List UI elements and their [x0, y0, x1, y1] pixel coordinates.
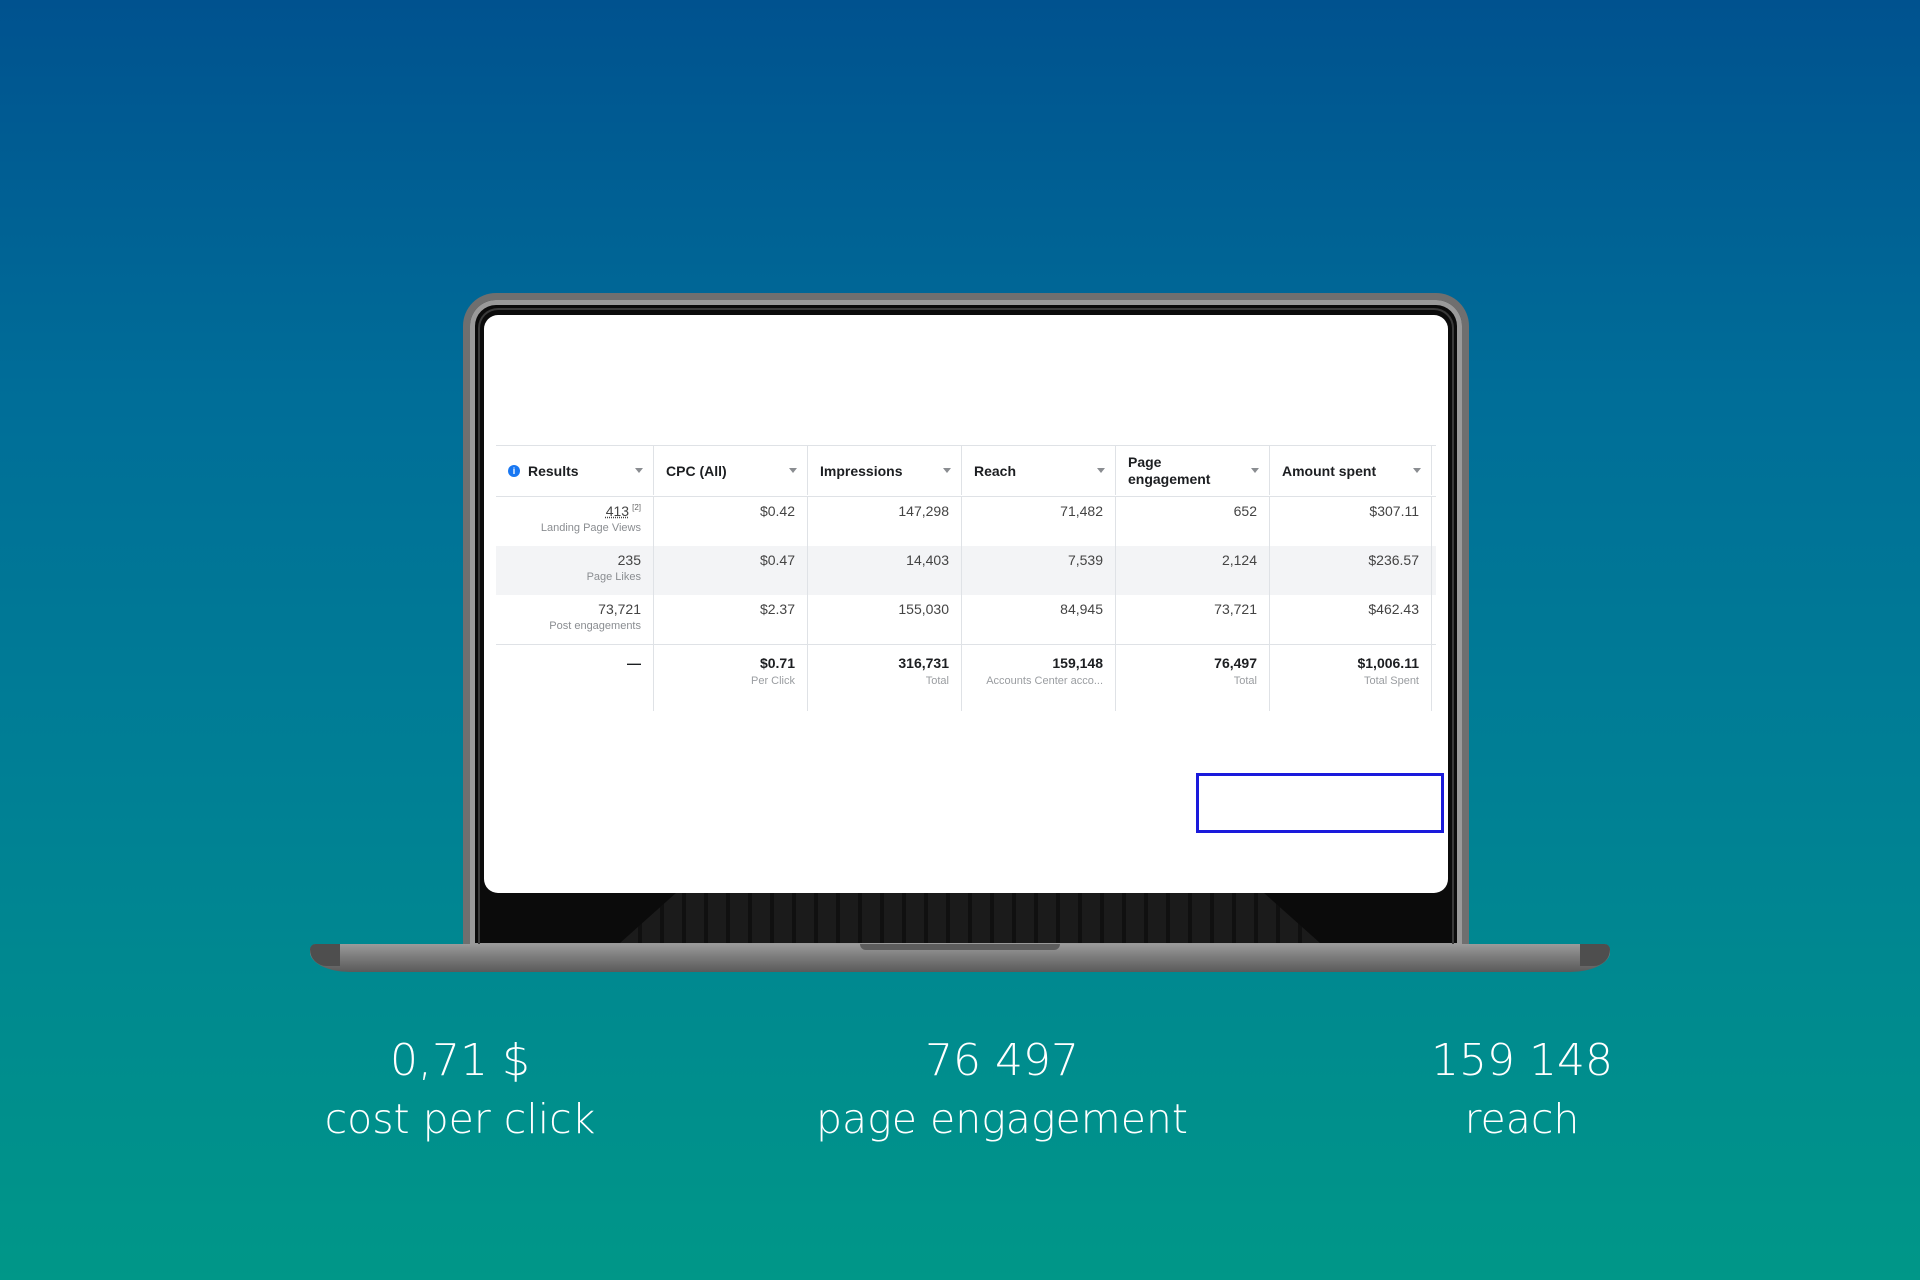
cpc-total-label: Per Click	[750, 675, 795, 687]
info-icon[interactable]: i	[508, 464, 520, 477]
sort-caret-icon[interactable]	[1413, 468, 1421, 473]
column-header-label: Amount spent	[1282, 462, 1377, 479]
stat-value: 76 497	[925, 1035, 1079, 1086]
column-header-label: Reach	[974, 462, 1017, 479]
results-cell: 413 [2] Landing Page Views	[496, 497, 654, 546]
column-header-label: Page engagement	[1128, 453, 1211, 487]
results-type: Landing Page Views	[540, 522, 641, 534]
reach-cell: 84,945	[962, 595, 1116, 644]
stat-value: 0,71 $	[390, 1035, 530, 1086]
table-row[interactable]: 235 Page Likes $0.47 14,403 7,539 2,124 …	[496, 546, 1436, 595]
column-header-label: Results	[528, 462, 579, 479]
spent-total: $1,006.11	[1357, 655, 1419, 671]
sort-caret-icon[interactable]	[1251, 468, 1259, 473]
stat-label: page engagement	[815, 1095, 1188, 1143]
results-value[interactable]: 413	[606, 503, 629, 519]
results-cell: 235 Page Likes	[496, 546, 654, 595]
engagement-cell: 652	[1116, 497, 1270, 546]
column-header-reach[interactable]: Reach	[962, 446, 1116, 495]
sort-caret-icon[interactable]	[943, 468, 951, 473]
sort-caret-icon[interactable]	[1097, 468, 1105, 473]
results-total-cell: —	[496, 645, 654, 711]
engagement-cell: 73,721	[1116, 595, 1270, 644]
engagement-total-cell: 76,497 Total	[1116, 645, 1270, 711]
laptop-keyboard-reflection	[620, 893, 1320, 943]
results-value: 235	[617, 552, 641, 568]
column-header-cpc[interactable]: CPC (All)	[654, 446, 808, 495]
sort-caret-icon[interactable]	[635, 468, 643, 473]
highlight-box	[1196, 773, 1444, 833]
reach-total: 159,148	[1052, 655, 1103, 671]
cpc-cell: $0.42	[654, 497, 808, 546]
impressions-cell: 155,030	[808, 595, 962, 644]
results-total: —	[627, 655, 641, 671]
table-row[interactable]: 73,721 Post engagements $2.37 155,030 84…	[496, 595, 1436, 644]
column-header-impressions[interactable]: Impressions	[808, 446, 962, 495]
table-totals-row: — $0.71 Per Click 316,731 Total 159,148 …	[496, 644, 1436, 711]
table-header-row: i Results CPC (All) Impressions Reach Pa…	[496, 445, 1436, 497]
sort-caret-icon[interactable]	[789, 468, 797, 473]
cpc-total-cell: $0.71 Per Click	[654, 645, 808, 711]
laptop-notch	[860, 944, 1060, 950]
spent-cell: $236.57	[1270, 546, 1432, 595]
impressions-total-label: Total	[925, 675, 949, 687]
results-value: 73,721	[598, 601, 641, 617]
impressions-total: 316,731	[898, 655, 949, 671]
reach-cell: 7,539	[962, 546, 1116, 595]
column-header-amount-spent[interactable]: Amount spent	[1270, 446, 1432, 495]
laptop-screen: i Results CPC (All) Impressions Reach Pa…	[484, 315, 1448, 893]
reach-cell: 71,482	[962, 497, 1116, 546]
reach-total-label: Accounts Center acco...	[986, 675, 1103, 687]
stat-page-engagement: 76 497 page engagement	[772, 1032, 1232, 1148]
engagement-cell: 2,124	[1116, 546, 1270, 595]
impressions-cell: 14,403	[808, 546, 962, 595]
table-row[interactable]: 413 [2] Landing Page Views $0.42 147,298 …	[496, 497, 1436, 546]
stat-label: cost per click	[324, 1095, 596, 1143]
engagement-total: 76,497	[1214, 655, 1257, 671]
impressions-total-cell: 316,731 Total	[808, 645, 962, 711]
results-cell: 73,721 Post engagements	[496, 595, 654, 644]
stat-value: 159 148	[1431, 1035, 1613, 1086]
spent-cell: $462.43	[1270, 595, 1432, 644]
results-type: Page Likes	[586, 571, 641, 583]
cpc-cell: $2.37	[654, 595, 808, 644]
reach-total-cell: 159,148 Accounts Center acco...	[962, 645, 1116, 711]
engagement-total-label: Total	[1233, 675, 1257, 687]
column-header-page-engagement[interactable]: Page engagement	[1116, 446, 1270, 495]
spent-cell: $307.11	[1270, 497, 1432, 546]
results-type: Post engagements	[549, 620, 641, 632]
footnote-marker: [2]	[632, 503, 641, 513]
stat-label: reach	[1464, 1095, 1580, 1143]
spent-total-label: Total Spent	[1363, 675, 1419, 687]
cpc-total: $0.71	[759, 655, 795, 671]
column-header-results[interactable]: i Results	[496, 446, 654, 495]
stat-reach: 159 148 reach	[1292, 1032, 1752, 1148]
column-header-label: CPC (All)	[666, 462, 727, 479]
spent-total-cell: $1,006.11 Total Spent	[1270, 645, 1432, 711]
cpc-cell: $0.47	[654, 546, 808, 595]
ads-report-table: i Results CPC (All) Impressions Reach Pa…	[496, 445, 1444, 833]
column-header-label: Impressions	[820, 462, 903, 479]
stat-cost-per-click: 0,71 $ cost per click	[230, 1032, 690, 1148]
impressions-cell: 147,298	[808, 497, 962, 546]
